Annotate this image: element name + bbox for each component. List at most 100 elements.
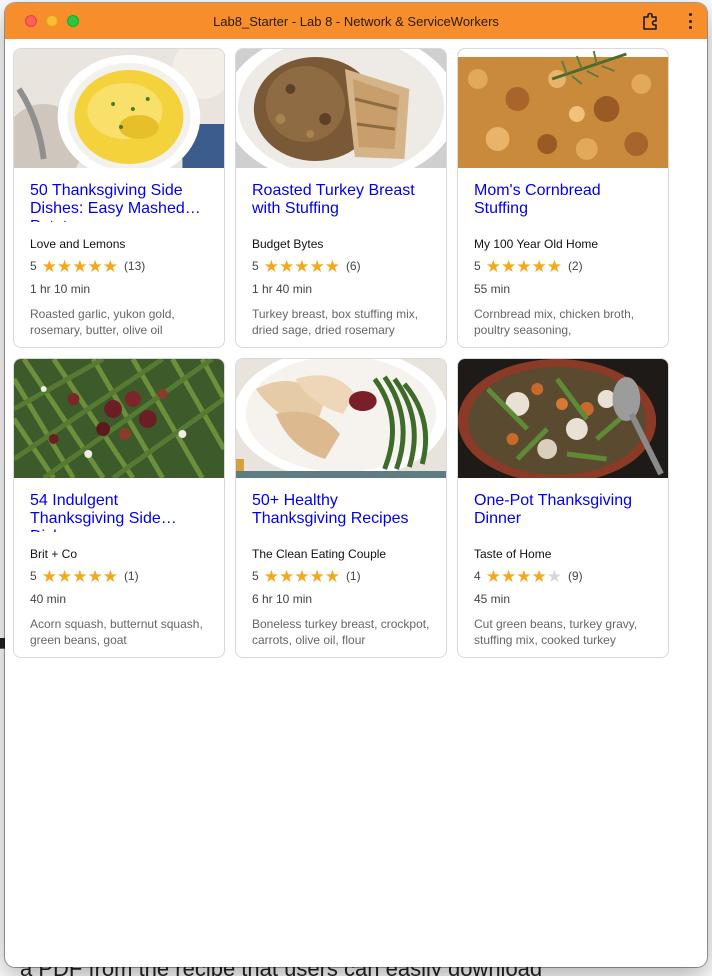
star-filled-icon: ★: [324, 256, 340, 276]
star-rating: ★ ★ ★ ★ ★: [264, 258, 340, 275]
recipe-title-link[interactable]: 50 Thanksgiving Side Dishes: Easy Mashed…: [30, 182, 208, 222]
review-count: (13): [123, 259, 146, 273]
recipe-image-turkey-stuffing: [236, 49, 446, 168]
star-filled-icon: ★: [87, 256, 103, 276]
recipe-title-link[interactable]: 54 Indulgent Thanksgiving Side Dishes: [30, 492, 208, 532]
recipe-card: 54 Indulgent Thanksgiving Side Dishes Br…: [13, 358, 225, 658]
window-controls: [25, 15, 79, 27]
star-filled-icon: ★: [294, 256, 310, 276]
star-filled-icon: ★: [546, 256, 562, 276]
star-filled-icon: ★: [278, 256, 295, 276]
recipe-organization: Love and Lemons: [30, 237, 126, 251]
recipe-organization: My 100 Year Old Home: [474, 237, 599, 251]
star-rating: ★ ★ ★ ★ ★: [486, 258, 562, 275]
recipe-ingredients: Cornbread mix, chicken broth, poultry se…: [474, 307, 635, 337]
star-filled-icon: ★: [56, 566, 73, 586]
review-count: (6): [345, 259, 361, 273]
star-empty-icon: ★: [546, 566, 562, 586]
recipe-card: 50+ Healthy Thanksgiving Recipes The Cle…: [235, 358, 447, 658]
recipe-rating: 5 ★ ★ ★ ★ ★ (13): [30, 257, 208, 275]
star-filled-icon: ★: [531, 256, 547, 276]
window-title: Lab8_Starter - Lab 8 - Network & Service…: [213, 13, 499, 29]
review-count: (1): [123, 569, 139, 583]
recipe-image-mashed-potatoes: [14, 49, 224, 168]
star-filled-icon: ★: [278, 566, 295, 586]
recipe-organization: Budget Bytes: [252, 237, 324, 251]
star-filled-icon: ★: [41, 566, 57, 586]
rating-value: 5: [30, 569, 37, 583]
recipe-title-link[interactable]: Mom's Cornbread Stuffing: [474, 182, 652, 222]
review-count: (1): [345, 569, 361, 583]
star-filled-icon: ★: [87, 566, 103, 586]
rating-value: 5: [252, 259, 259, 273]
recipe-rating: 5 ★ ★ ★ ★ ★ (6): [252, 257, 430, 275]
star-filled-icon: ★: [500, 256, 517, 276]
recipe-ingredients: Cut green beans, turkey gravy, stuffing …: [474, 617, 638, 647]
recipe-image-cornbread-stuffing: [458, 49, 668, 168]
star-filled-icon: ★: [309, 256, 325, 276]
recipe-rating: 4 ★ ★ ★ ★ ★ (9): [474, 567, 652, 585]
recipe-total-time: 40 min: [30, 592, 67, 606]
star-filled-icon: ★: [263, 256, 279, 276]
browser-window: Lab8_Starter - Lab 8 - Network & Service…: [5, 3, 707, 967]
star-filled-icon: ★: [41, 256, 57, 276]
recipe-grid: 50 Thanksgiving Side Dishes: Easy Mashed…: [13, 48, 669, 658]
rating-value: 5: [252, 569, 259, 583]
title-bar[interactable]: Lab8_Starter - Lab 8 - Network & Service…: [5, 3, 707, 39]
star-filled-icon: ★: [309, 566, 325, 586]
minimize-window-button[interactable]: [46, 15, 58, 27]
recipe-total-time: 1 hr 40 min: [252, 282, 313, 296]
recipe-total-time: 6 hr 10 min: [252, 592, 313, 606]
star-rating: ★ ★ ★ ★ ★: [486, 568, 562, 585]
star-filled-icon: ★: [102, 256, 118, 276]
star-filled-icon: ★: [516, 256, 532, 276]
recipe-total-time: 55 min: [474, 282, 511, 296]
star-filled-icon: ★: [324, 566, 340, 586]
star-filled-icon: ★: [294, 566, 310, 586]
recipe-card: 50 Thanksgiving Side Dishes: Easy Mashed…: [13, 48, 225, 348]
star-filled-icon: ★: [531, 566, 547, 586]
star-filled-icon: ★: [56, 256, 73, 276]
star-rating: ★ ★ ★ ★ ★: [42, 568, 118, 585]
recipe-title-link[interactable]: 50+ Healthy Thanksgiving Recipes: [252, 492, 430, 532]
rating-value: 4: [474, 569, 481, 583]
recipe-image-green-beans: [14, 359, 224, 478]
recipe-title-link[interactable]: Roasted Turkey Breast with Stuffing: [252, 182, 430, 222]
recipe-ingredients: Turkey breast, box stuffing mix, dried s…: [252, 307, 419, 337]
recipe-image-one-pot-dinner: [458, 359, 668, 478]
star-filled-icon: ★: [263, 566, 279, 586]
recipe-rating: 5 ★ ★ ★ ★ ★ (1): [252, 567, 430, 585]
recipe-title-link[interactable]: One-Pot Thanksgiving Dinner: [474, 492, 652, 532]
more-menu-icon[interactable]: [687, 13, 693, 29]
recipe-total-time: 1 hr 10 min: [30, 282, 91, 296]
star-filled-icon: ★: [516, 566, 532, 586]
recipe-rating: 5 ★ ★ ★ ★ ★ (1): [30, 567, 208, 585]
extensions-icon[interactable]: [641, 12, 659, 30]
rating-value: 5: [30, 259, 37, 273]
close-window-button[interactable]: [25, 15, 37, 27]
recipe-organization: Taste of Home: [474, 547, 552, 561]
recipe-image-turkey-plate: [236, 359, 446, 478]
recipe-card: One-Pot Thanksgiving Dinner Taste of Hom…: [457, 358, 669, 658]
recipe-ingredients: Roasted garlic, yukon gold, rosemary, bu…: [30, 307, 175, 337]
star-filled-icon: ★: [485, 566, 501, 586]
zoom-window-button[interactable]: [67, 15, 79, 27]
recipe-organization: The Clean Eating Couple: [252, 547, 387, 561]
star-filled-icon: ★: [485, 256, 501, 276]
recipe-rating: 5 ★ ★ ★ ★ ★ (2): [474, 257, 652, 275]
star-filled-icon: ★: [500, 566, 517, 586]
recipe-organization: Brit + Co: [30, 547, 78, 561]
star-rating: ★ ★ ★ ★ ★: [264, 568, 340, 585]
star-rating: ★ ★ ★ ★ ★: [42, 258, 118, 275]
star-filled-icon: ★: [72, 256, 88, 276]
star-filled-icon: ★: [102, 566, 118, 586]
star-filled-icon: ★: [72, 566, 88, 586]
recipe-ingredients: Boneless turkey breast, crockpot, carrot…: [252, 617, 430, 647]
recipe-ingredients: Acorn squash, butternut squash, green be…: [30, 617, 203, 647]
review-count: (9): [567, 569, 583, 583]
review-count: (2): [567, 259, 583, 273]
recipe-total-time: 45 min: [474, 592, 511, 606]
recipe-card: Roasted Turkey Breast with Stuffing Budg…: [235, 48, 447, 348]
rating-value: 5: [474, 259, 481, 273]
recipe-card: Mom's Cornbread Stuffing My 100 Year Old…: [457, 48, 669, 348]
